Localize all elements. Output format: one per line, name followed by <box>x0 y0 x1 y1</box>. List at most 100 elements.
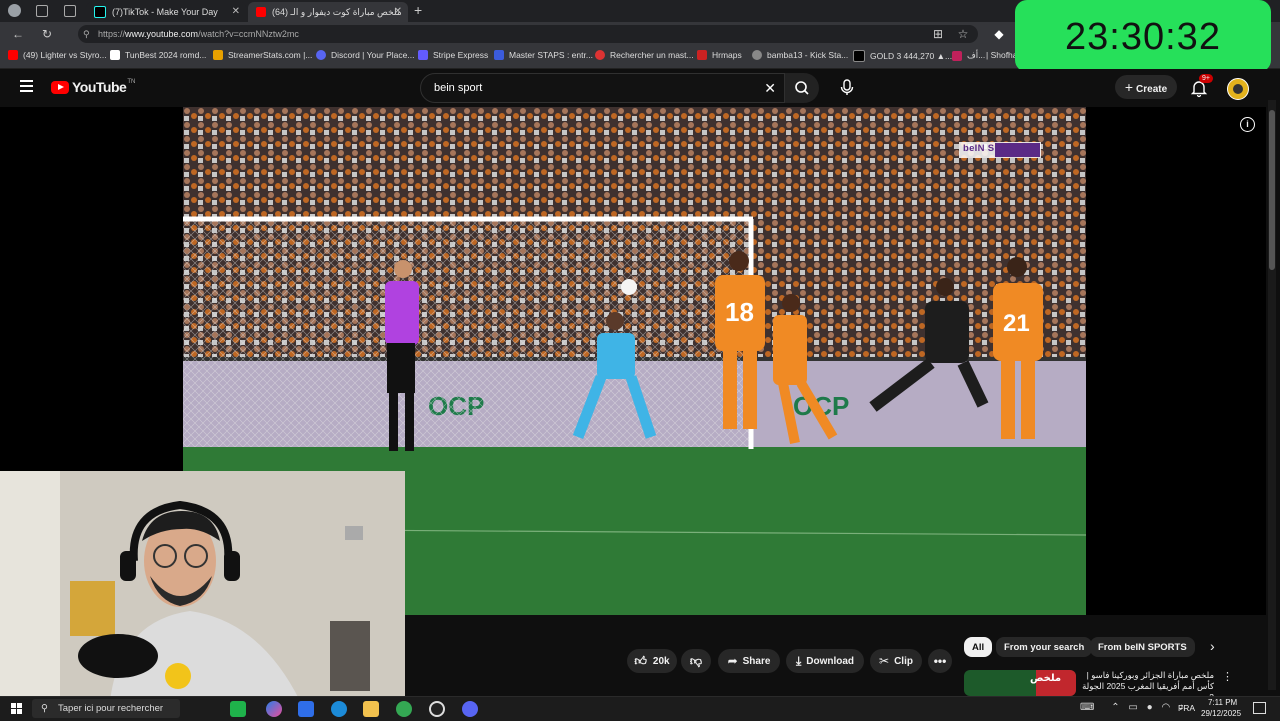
avatar-icon <box>595 50 605 60</box>
stripe-icon <box>418 50 428 60</box>
player-letterbox-right <box>1086 107 1266 615</box>
link-icon <box>752 50 762 60</box>
close-tab-icon[interactable]: ✕ <box>232 6 240 17</box>
taskbar-search-input[interactable]: ⚲ Taper ici pour rechercher <box>32 699 180 718</box>
reload-icon[interactable]: ↻ <box>39 26 55 42</box>
chip-from-your-search[interactable]: From your search <box>996 637 1093 657</box>
notification-center-icon[interactable] <box>1253 702 1266 714</box>
bookmark-item[interactable]: Stripe Express <box>418 50 488 60</box>
bookmark-item[interactable]: TunBest 2024 romd... <box>110 50 206 60</box>
obs-icon[interactable] <box>429 701 445 717</box>
clock-date[interactable]: 29/12/2025 <box>1201 709 1241 718</box>
create-button[interactable]: + Create <box>1115 75 1177 99</box>
network-icon[interactable]: ▭ <box>1128 702 1137 713</box>
bookmark-item[interactable]: StreamerStats.com |... <box>213 50 312 60</box>
clear-search-icon[interactable]: ✕ <box>764 74 776 102</box>
bookmark-item[interactable]: | Shofha <box>986 50 1018 60</box>
tradingview-icon <box>853 50 865 62</box>
bookmark-item[interactable]: bamba13 - Kick Sta... <box>752 50 848 60</box>
back-icon[interactable]: ← <box>10 26 26 42</box>
scissors-icon: ✂ <box>879 654 890 668</box>
logo-text: YouTube <box>72 79 127 95</box>
extension-icon[interactable]: ◆ <box>991 26 1007 42</box>
player-letterbox-left <box>0 107 183 471</box>
wifi-icon[interactable]: ◠ <box>1161 702 1170 713</box>
bookmark-item[interactable]: Discord | Your Place... <box>316 50 414 60</box>
tab-youtube[interactable]: ملخص مباراة كوت ديفوار و الـ (64) ✕ <box>248 2 408 22</box>
bookmark-item[interactable]: GOLD 3 444,270 ▲... <box>853 50 952 62</box>
share-button[interactable]: ➦ Share <box>718 649 780 673</box>
close-tab-icon[interactable]: ✕ <box>394 6 402 17</box>
new-tab-icon[interactable]: + <box>414 2 422 18</box>
scrollbar[interactable] <box>1268 100 1276 690</box>
search-value: bein sport <box>434 82 483 94</box>
bookmark-item[interactable]: (49) Lighter vs Styro... <box>8 50 107 60</box>
like-button[interactable]: 👍︎ 20k <box>627 649 677 673</box>
shield-icon <box>494 50 504 60</box>
mic-tray-icon[interactable]: ● <box>1147 702 1153 713</box>
tab-tiktok[interactable]: (7)TikTok - Make Your Day ✕ <box>86 2 246 22</box>
chrome-icon[interactable] <box>396 701 412 717</box>
share-icon: ➦ <box>727 654 738 668</box>
voice-search-button[interactable] <box>832 73 862 103</box>
scrollbar-thumb[interactable] <box>1269 110 1275 270</box>
bookmark-star-icon[interactable]: ☆ <box>955 26 971 42</box>
youtube-icon <box>256 7 266 17</box>
bookmark-item[interactable]: Master STAPS : entr... <box>494 50 593 60</box>
app-icon[interactable] <box>230 701 246 717</box>
recommendation-thumbnail[interactable]: ملخص <box>964 670 1076 696</box>
microphone-icon <box>840 79 854 95</box>
tab-title: ملخص مباراة كوت ديفوار و الـ (64) <box>272 6 402 17</box>
workspaces-icon[interactable] <box>36 5 48 17</box>
play-logo-icon <box>51 80 69 94</box>
chip-from-bein-sports[interactable]: From beIN SPORTS <box>1090 637 1195 657</box>
install-app-icon[interactable]: ⊞ <box>930 26 946 42</box>
notifications-button[interactable]: 9+ <box>1189 74 1213 98</box>
like-count: 20k <box>652 655 670 667</box>
chip-all[interactable]: All <box>964 637 993 657</box>
menu-icon[interactable] <box>20 80 33 92</box>
clock-overlay: 23:30:32 <box>1015 0 1271 72</box>
folder-icon[interactable] <box>363 701 379 717</box>
thumbs-up-icon: 👍︎ <box>634 653 647 668</box>
discord-icon[interactable] <box>462 701 478 717</box>
plus-icon: + <box>1124 79 1134 95</box>
youtube-logo[interactable]: YouTube TN <box>51 79 135 95</box>
youtube-icon <box>8 50 18 60</box>
bookmark-item[interactable]: أف... <box>952 50 985 61</box>
chevron-right-icon[interactable]: › <box>1210 638 1215 654</box>
channel-bug: beIN SPORTS <box>963 143 1029 154</box>
youtube-header: YouTube TN bein sport ✕ + Create 9+ <box>0 69 1280 107</box>
clock-time[interactable]: 7:11 PM <box>1208 698 1237 707</box>
url-prefix: https:// <box>98 29 126 39</box>
language-indicator[interactable]: FRA <box>1178 703 1195 713</box>
profile-icon[interactable] <box>8 4 21 17</box>
webcam-overlay <box>0 471 405 701</box>
site-info-icon[interactable]: ⚲ <box>83 25 90 43</box>
dislike-button[interactable]: 👎︎ <box>681 649 711 673</box>
tab-actions-icon[interactable] <box>64 5 76 17</box>
download-icon: ⤓ <box>795 653 802 668</box>
clip-button[interactable]: ✂ Clip <box>870 649 922 673</box>
download-button[interactable]: ⤓ Download <box>786 649 864 673</box>
recommendation-title[interactable]: ملخص مباراة الجزائر وبوركينا فاسو | كأس … <box>1082 670 1214 696</box>
more-actions-button[interactable]: ••• <box>928 649 952 673</box>
recommendation-menu-icon[interactable]: ⋮ <box>1222 670 1233 683</box>
url-field[interactable]: ⚲ https://www.youtube.com/watch?v=ccmNNz… <box>78 25 978 43</box>
keyboard-icon[interactable]: ⌨ <box>1080 702 1094 713</box>
chevron-up-icon[interactable]: ⌃ <box>1111 702 1119 713</box>
bookmark-item[interactable]: Rechercher un mast... <box>595 50 694 60</box>
search-input[interactable]: bein sport ✕ <box>420 73 785 103</box>
discord-icon <box>316 50 326 60</box>
bookmark-item[interactable]: Hrmaps <box>697 50 742 60</box>
info-icon[interactable]: i <box>1240 117 1255 132</box>
logo-region: TN <box>127 79 136 85</box>
windows-start-icon[interactable] <box>11 703 22 714</box>
copilot-icon[interactable] <box>266 701 282 717</box>
edge-icon[interactable] <box>331 701 347 717</box>
store-icon[interactable] <box>298 701 314 717</box>
avatar[interactable] <box>1227 78 1249 100</box>
jersey-number: 18 <box>725 297 754 327</box>
search-button[interactable] <box>785 73 819 103</box>
jersey-number: 21 <box>1003 310 1030 337</box>
